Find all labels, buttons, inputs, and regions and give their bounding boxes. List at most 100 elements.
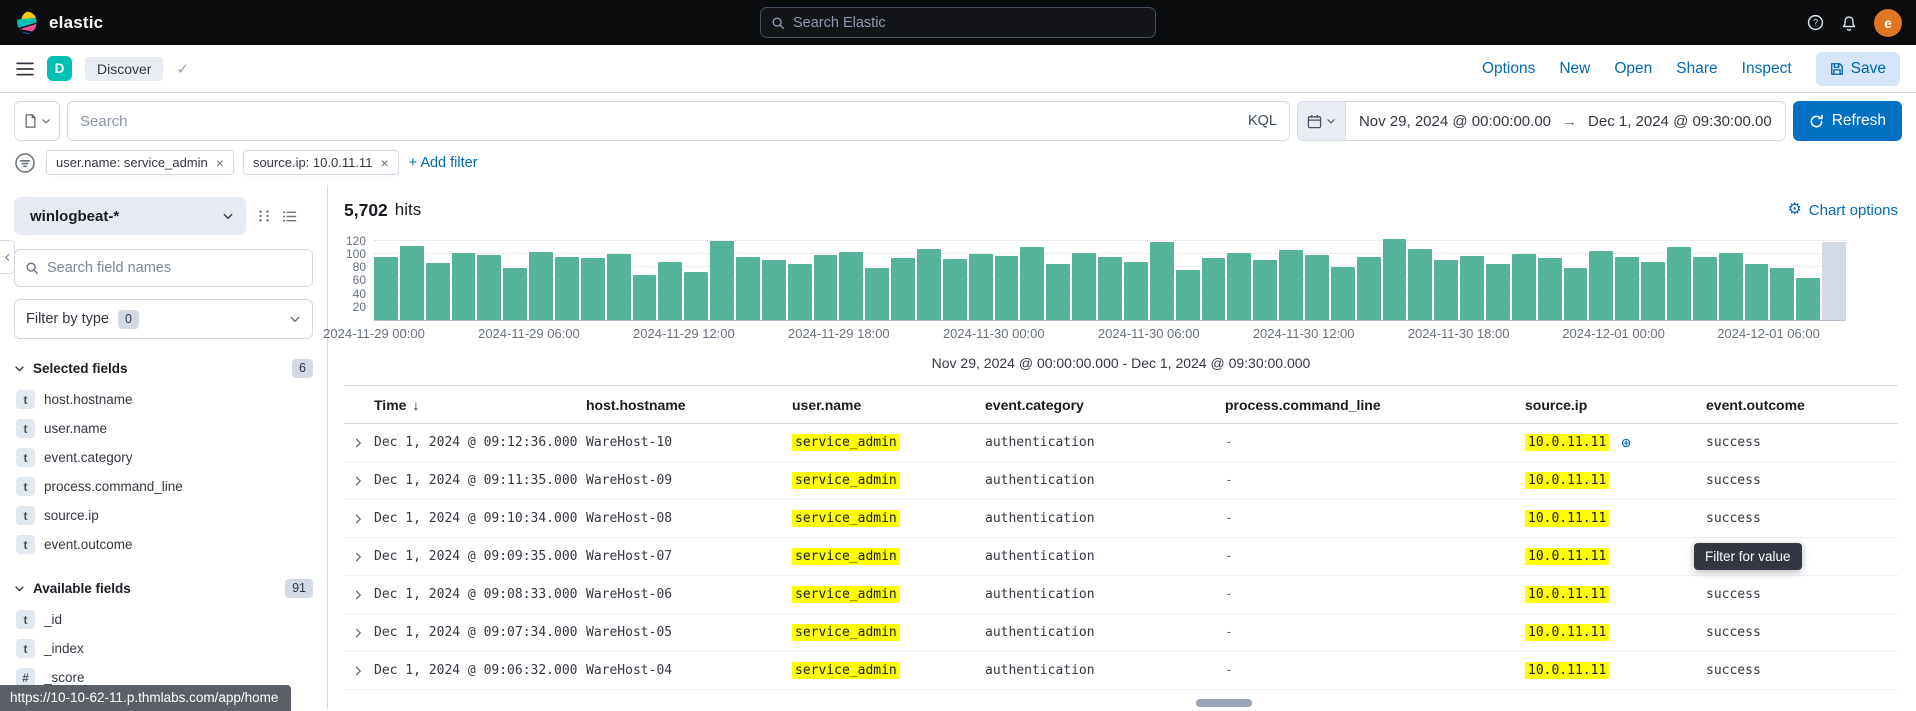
field-item[interactable]: t_index xyxy=(14,634,313,663)
index-pattern-selector[interactable]: winlogbeat-* xyxy=(14,197,246,235)
sort-desc-icon[interactable]: ↓ xyxy=(412,397,419,413)
row-cell-event-outcome: success xyxy=(1704,663,1898,678)
filter-pill[interactable]: source.ip: 10.0.11.11× xyxy=(243,150,399,175)
row-cell-host-hostname: WareHost-09 xyxy=(584,473,790,488)
grid-dots-icon[interactable] xyxy=(257,209,271,223)
breadcrumb-discover[interactable]: Discover xyxy=(85,57,163,81)
saved-query-menu-button[interactable] xyxy=(14,101,60,141)
space-badge[interactable]: D xyxy=(47,56,72,81)
global-search-input[interactable] xyxy=(793,15,1145,31)
user-avatar[interactable]: e xyxy=(1874,9,1902,37)
nav-link-options[interactable]: Options xyxy=(1482,60,1535,78)
filter-by-type-button[interactable]: Filter by type 0 xyxy=(14,299,313,339)
date-range-end[interactable]: Dec 1, 2024 @ 09:30:00.00 xyxy=(1588,113,1772,130)
field-search[interactable] xyxy=(14,249,313,287)
expand-row-icon[interactable] xyxy=(344,513,372,525)
column-header-label: Time xyxy=(374,397,406,413)
chevron-down-icon xyxy=(41,116,51,126)
save-button[interactable]: Save xyxy=(1816,52,1900,86)
save-icon xyxy=(1830,62,1844,76)
table-row: Dec 1, 2024 @ 09:06:32.000WareHost-04ser… xyxy=(344,652,1898,690)
column-header-event-outcome[interactable]: event.outcome xyxy=(1704,397,1898,413)
highlighted-value: service_admin xyxy=(792,662,900,679)
chart-options-button[interactable]: ⚙ Chart options xyxy=(1787,202,1898,219)
histogram-bar xyxy=(1046,264,1070,320)
field-item[interactable]: tevent.outcome xyxy=(14,530,313,559)
row-cell-time: Dec 1, 2024 @ 09:07:34.000 xyxy=(372,625,584,640)
histogram-plot-area[interactable]: 20406080100120 xyxy=(374,235,1846,321)
expand-row-icon[interactable] xyxy=(344,475,372,487)
x-axis-label: 2024-11-30 12:00 xyxy=(1253,326,1355,341)
selected-fields-section-toggle[interactable]: Selected fields 6 xyxy=(14,359,313,378)
hits-label: hits xyxy=(395,200,421,220)
filter-pills: user.name: service_admin× source.ip: 10.0… xyxy=(46,150,399,175)
field-item[interactable]: tevent.category xyxy=(14,443,313,472)
elastic-home-link[interactable]: elastic xyxy=(14,10,103,36)
field-item[interactable]: t_id xyxy=(14,605,313,634)
expand-row-icon[interactable] xyxy=(344,627,372,639)
expand-row-icon[interactable] xyxy=(344,589,372,601)
table-header: Time ↓ host.hostname user.nameevent.categor… xyxy=(344,386,1898,424)
field-item[interactable]: tprocess.command_line xyxy=(14,472,313,501)
nav-link-share[interactable]: Share xyxy=(1676,60,1717,78)
remove-filter-icon[interactable]: × xyxy=(380,156,388,170)
x-axis-label: 2024-11-30 00:00 xyxy=(943,326,1045,341)
menu-icon[interactable] xyxy=(16,60,34,78)
row-cell-source-ip: 10.0.11.11 xyxy=(1523,472,1704,489)
filter-pill[interactable]: user.name: service_admin× xyxy=(46,150,234,175)
refresh-button[interactable]: Refresh xyxy=(1793,101,1902,141)
nav-link-inspect[interactable]: Inspect xyxy=(1742,60,1792,78)
histogram-bar xyxy=(1253,260,1277,320)
expand-row-icon[interactable] xyxy=(344,551,372,563)
histogram-bar xyxy=(452,253,476,320)
field-search-input[interactable] xyxy=(47,260,302,276)
collapse-sidebar-button[interactable] xyxy=(0,240,15,274)
remove-filter-icon[interactable]: × xyxy=(216,156,224,170)
field-item[interactable]: thost.hostname xyxy=(14,385,313,414)
histogram-bar xyxy=(1460,256,1484,320)
filter-for-value-icon[interactable]: ⊕ xyxy=(1621,435,1631,451)
highlighted-value: service_admin xyxy=(792,510,900,527)
date-quick-select-button[interactable] xyxy=(1298,102,1346,140)
histogram-bar xyxy=(1072,253,1096,320)
list-view-icon[interactable] xyxy=(282,209,297,224)
column-header-event-category[interactable]: event.category xyxy=(983,397,1223,413)
column-header-user-name[interactable]: user.name xyxy=(790,397,983,413)
save-button-label: Save xyxy=(1851,60,1886,78)
field-item[interactable]: tuser.name xyxy=(14,414,313,443)
field-item[interactable]: tsource.ip xyxy=(14,501,313,530)
column-header-Time[interactable]: Time ↓ xyxy=(372,397,584,413)
saved-query-icon xyxy=(24,114,37,128)
column-header-host-hostname[interactable]: host.hostname xyxy=(584,397,790,413)
add-filter-button[interactable]: + Add filter xyxy=(409,155,478,171)
histogram-bar xyxy=(1434,260,1458,320)
nav-link-new[interactable]: New xyxy=(1559,60,1590,78)
field-type-badge: t xyxy=(16,639,35,658)
column-header-label: host.hostname xyxy=(586,397,686,413)
date-range-start[interactable]: Nov 29, 2024 @ 00:00:00.00 xyxy=(1359,113,1551,130)
row-cell-source-ip: 10.0.11.11⊕ xyxy=(1523,434,1704,451)
global-search[interactable] xyxy=(760,7,1156,38)
help-icon[interactable]: ? xyxy=(1807,14,1824,31)
notifications-icon[interactable] xyxy=(1841,15,1857,31)
histogram-bar xyxy=(710,241,734,320)
row-cell-user-name: service_admin xyxy=(790,586,983,603)
histogram-bar xyxy=(788,264,812,320)
query-input[interactable] xyxy=(80,113,1239,130)
elastic-logo-icon xyxy=(14,10,40,36)
x-axis-label: 2024-11-30 18:00 xyxy=(1408,326,1510,341)
query-language-button[interactable]: KQL xyxy=(1248,113,1277,129)
index-pattern-row: winlogbeat-* xyxy=(14,197,313,235)
expand-row-icon[interactable] xyxy=(344,437,372,449)
highlighted-value: service_admin xyxy=(792,472,900,489)
available-fields-section-toggle[interactable]: Available fields 91 xyxy=(14,579,313,598)
filter-set-menu-icon[interactable] xyxy=(14,152,36,174)
histogram-bar xyxy=(1589,251,1613,320)
nav-link-open[interactable]: Open xyxy=(1614,60,1652,78)
highlighted-value: service_admin xyxy=(792,586,900,603)
column-header-process-command_line[interactable]: process.command_line xyxy=(1223,397,1523,413)
expand-row-icon[interactable] xyxy=(344,665,372,677)
horizontal-scrollbar-thumb[interactable] xyxy=(1196,699,1252,707)
row-cell-event-category: authentication xyxy=(983,549,1223,564)
column-header-source-ip[interactable]: source.ip xyxy=(1523,397,1704,413)
